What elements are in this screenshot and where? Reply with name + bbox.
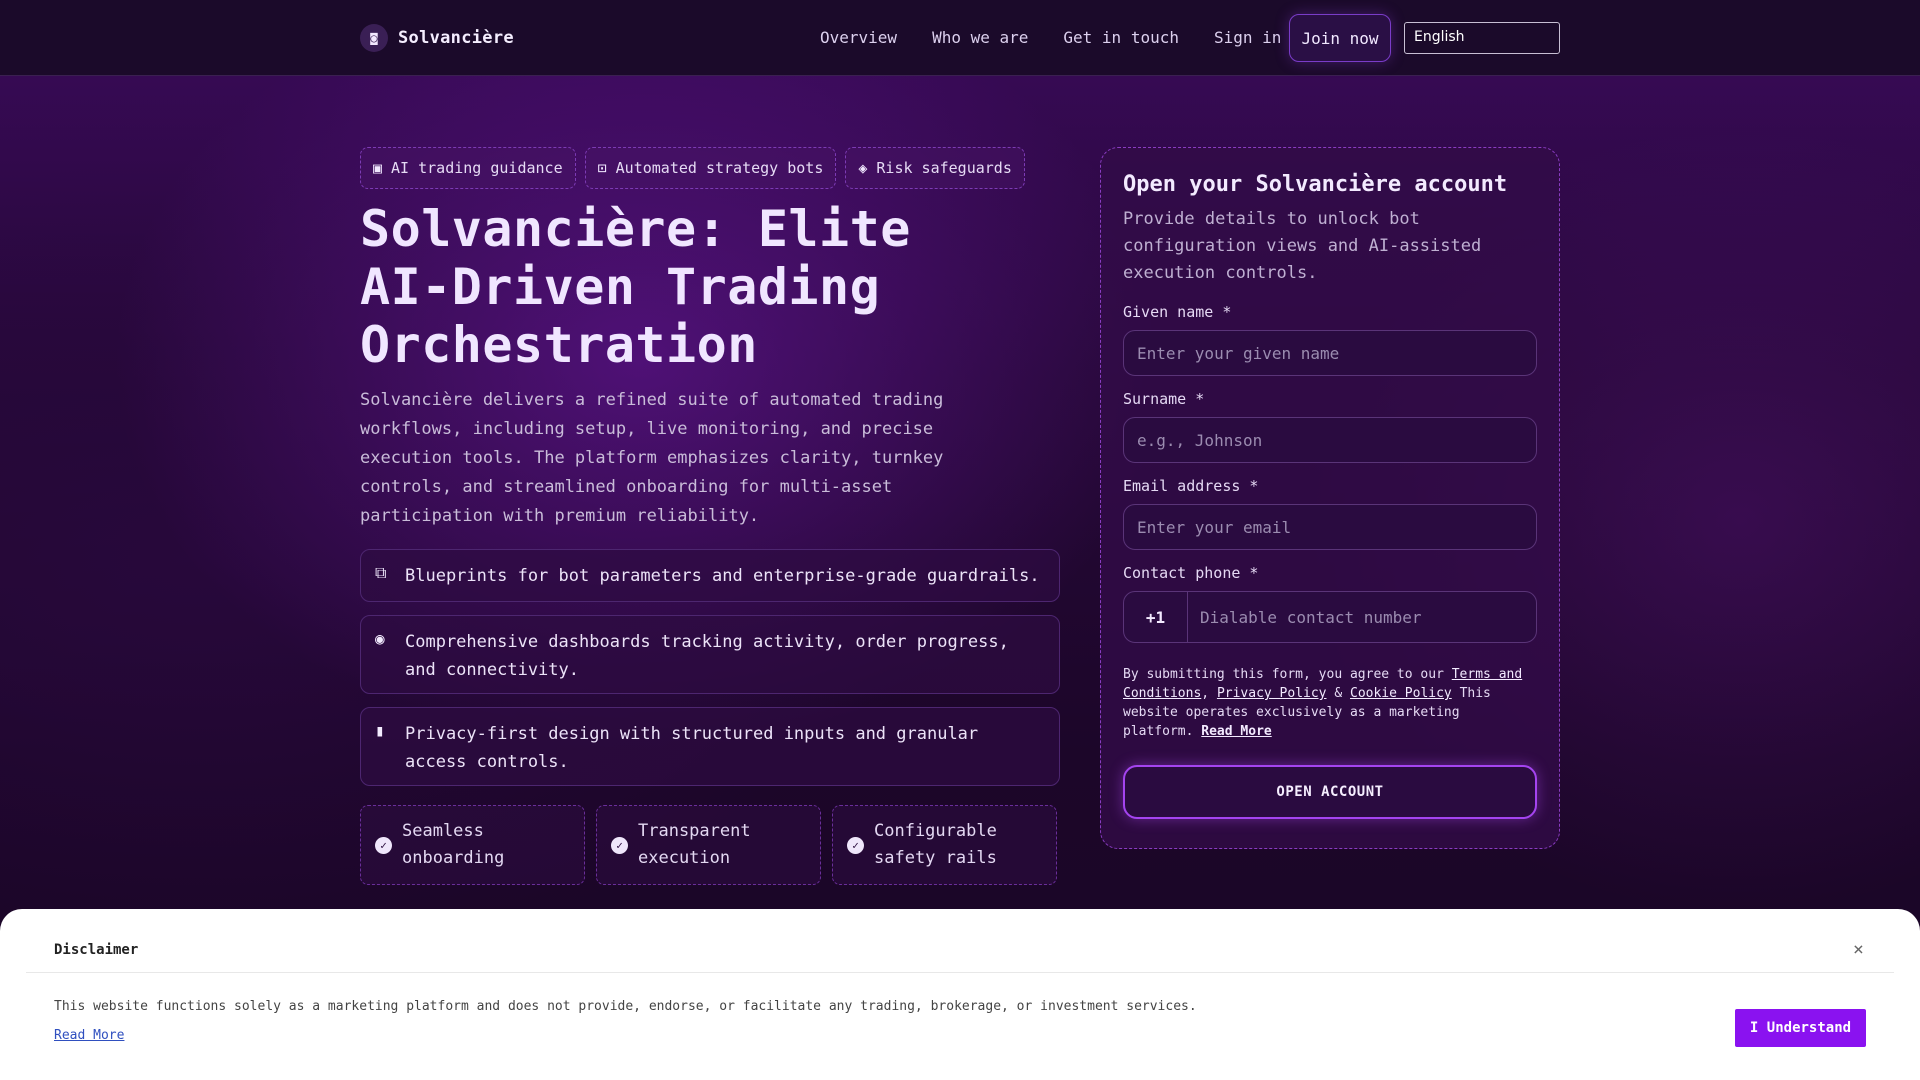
- nav-get-in-touch[interactable]: Get in touch: [1063, 28, 1179, 47]
- feature-item: ▮ Privacy-first design with structured i…: [360, 707, 1060, 786]
- phone-input[interactable]: [1188, 592, 1536, 642]
- surname-label: Surname *: [1123, 390, 1205, 408]
- consent-comma: ,: [1201, 686, 1210, 701]
- close-icon[interactable]: ×: [1853, 939, 1864, 960]
- phone-field: +1: [1123, 591, 1537, 643]
- chip-label: Automated strategy bots: [615, 159, 824, 177]
- feature-text: Comprehensive dashboards tracking activi…: [405, 632, 1009, 680]
- shield-icon: ◈: [858, 159, 868, 177]
- feature-text: Privacy-first design with structured inp…: [405, 724, 979, 772]
- highlight-card: ✓ Seamless onboarding: [360, 805, 585, 885]
- highlight-text: Seamless onboarding: [402, 821, 505, 868]
- feature-text: Blueprints for bot parameters and enterp…: [405, 566, 1040, 586]
- hero-title: Solvancière: Elite AI-Driven Trading Orc…: [360, 200, 911, 374]
- privacy-link[interactable]: Privacy Policy: [1217, 686, 1327, 701]
- network-icon: ⧉: [375, 563, 387, 582]
- i-understand-button[interactable]: I Understand: [1735, 1009, 1866, 1047]
- dashboard-icon: ◉: [375, 629, 385, 648]
- cookie-link[interactable]: Cookie Policy: [1350, 686, 1452, 701]
- given-name-label: Given name *: [1123, 303, 1232, 321]
- language-select[interactable]: English: [1404, 22, 1560, 54]
- top-navigation-bar: ◙ Solvancière Overview Who we are Get in…: [0, 0, 1920, 76]
- chip-label: Risk safeguards: [876, 159, 1012, 177]
- nav-sign-in[interactable]: Sign in: [1214, 28, 1281, 47]
- feature-item: ⧉ Blueprints for bot parameters and ente…: [360, 549, 1060, 602]
- main-nav: Overview Who we are Get in touch Sign in: [820, 28, 1281, 47]
- open-account-button[interactable]: OPEN ACCOUNT: [1123, 765, 1537, 819]
- disclaimer-text: This website functions solely as a marke…: [54, 999, 1197, 1014]
- disclaimer-banner: Disclaimer × This website functions sole…: [0, 909, 1920, 1080]
- nav-overview[interactable]: Overview: [820, 28, 897, 47]
- hero-description: Solvancière delivers a refined suite of …: [360, 390, 944, 526]
- form-title: Open your Solvancière account: [1123, 172, 1508, 197]
- chip-strategy-bots: ⊡ Automated strategy bots: [584, 147, 837, 189]
- disclaimer-read-more-link[interactable]: Read More: [54, 1028, 124, 1043]
- join-now-button[interactable]: Join now: [1289, 14, 1391, 62]
- feature-chips: ▣ AI trading guidance ⊡ Automated strate…: [360, 147, 1025, 189]
- signup-form: Open your Solvancière account Provide de…: [1100, 147, 1560, 849]
- phone-label: Contact phone *: [1123, 564, 1259, 582]
- country-code-selector[interactable]: +1: [1124, 592, 1188, 642]
- disclaimer-title: Disclaimer: [54, 942, 139, 958]
- chip-risk-safeguards: ◈ Risk safeguards: [845, 147, 1025, 189]
- chip-ai-guidance: ▣ AI trading guidance: [360, 147, 576, 189]
- robot-icon: ⊡: [597, 159, 607, 177]
- brand[interactable]: ◙ Solvancière: [360, 24, 514, 52]
- chip-label: AI trading guidance: [391, 159, 563, 177]
- check-icon: ✓: [611, 836, 628, 854]
- consent-text: By submitting this form, you agree to ou…: [1123, 665, 1537, 741]
- lock-icon: ▮: [375, 721, 385, 740]
- highlight-text: Configurable safety rails: [874, 821, 997, 868]
- check-icon: ✓: [375, 836, 392, 854]
- form-subtitle: Provide details to unlock bot configurat…: [1123, 209, 1482, 283]
- consent-amp: &: [1334, 686, 1343, 701]
- logo-icon: ◙: [360, 24, 388, 52]
- surname-input[interactable]: [1123, 417, 1537, 463]
- disclaimer-divider: [26, 972, 1894, 973]
- microchip-icon: ▣: [373, 159, 383, 177]
- brand-name: Solvancière: [398, 28, 514, 48]
- highlight-cards: ✓ Seamless onboarding ✓ Transparent exec…: [360, 805, 1057, 885]
- consent-prefix: By submitting this form, you agree to ou…: [1123, 667, 1444, 682]
- highlight-card: ✓ Transparent execution: [596, 805, 821, 885]
- email-label: Email address *: [1123, 477, 1259, 495]
- nav-who-we-are[interactable]: Who we are: [932, 28, 1028, 47]
- feature-item: ◉ Comprehensive dashboards tracking acti…: [360, 615, 1060, 694]
- highlight-text: Transparent execution: [638, 821, 751, 868]
- highlight-card: ✓ Configurable safety rails: [832, 805, 1057, 885]
- check-icon: ✓: [847, 836, 864, 854]
- consent-read-more-link[interactable]: Read More: [1201, 724, 1271, 739]
- given-name-input[interactable]: [1123, 330, 1537, 376]
- email-input[interactable]: [1123, 504, 1537, 550]
